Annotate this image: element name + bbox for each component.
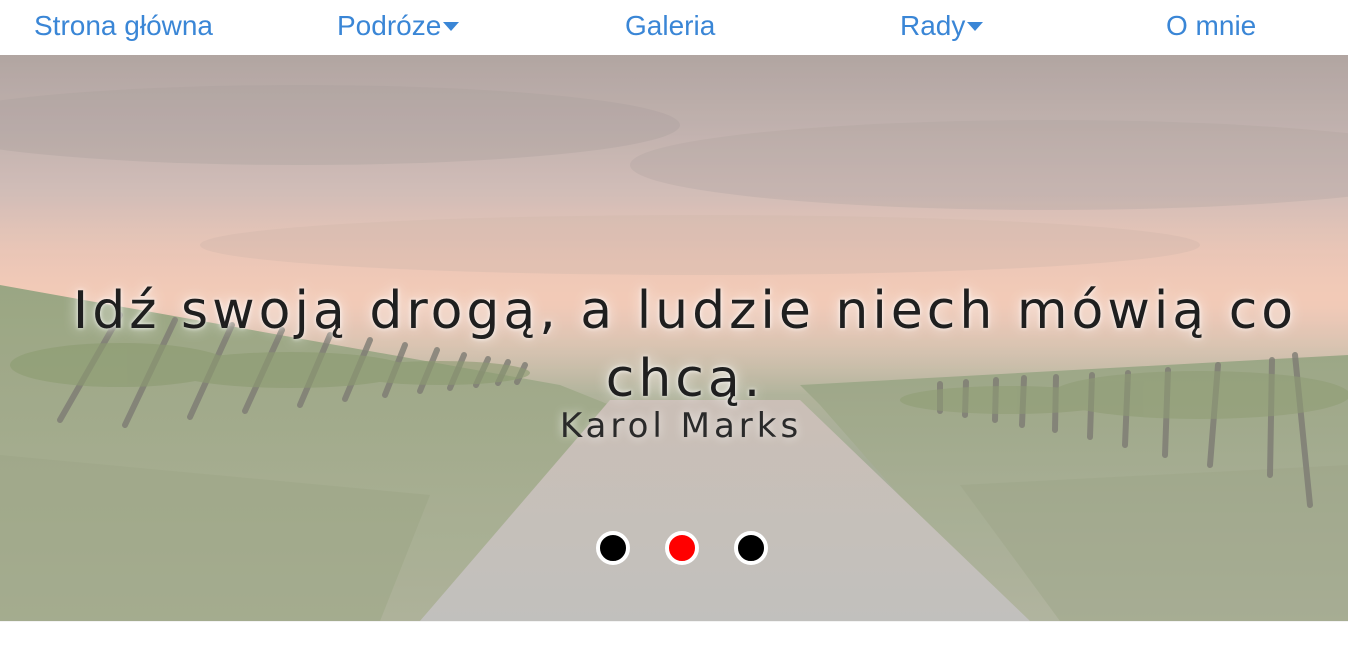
nav-link-galeria[interactable]: Galeria bbox=[625, 8, 715, 44]
nav-link-label: O mnie bbox=[1166, 10, 1257, 41]
nav-link-rady[interactable]: Rady bbox=[900, 8, 984, 44]
page-content-area bbox=[0, 621, 1348, 646]
slide-indicator-3[interactable] bbox=[734, 531, 768, 565]
hero-slider: Idź swoją drogą, a ludzie niech mówią co… bbox=[0, 55, 1348, 621]
top-navigation: Strona główna Podróze Galeria Rady O mni… bbox=[0, 0, 1348, 55]
slide-indicator-1[interactable] bbox=[596, 531, 630, 565]
slide-indicator-2-active[interactable] bbox=[665, 531, 699, 565]
caret-down-icon bbox=[443, 22, 460, 32]
nav-link-strona-glowna[interactable]: Strona główna bbox=[34, 8, 213, 44]
nav-link-label: Strona główna bbox=[34, 10, 214, 41]
nav-link-label: Rady bbox=[900, 10, 966, 41]
nav-link-o-mnie[interactable]: O mnie bbox=[1166, 8, 1256, 44]
caret-down-icon bbox=[967, 22, 984, 32]
hero-quote-author: Karol Marks bbox=[559, 406, 803, 446]
hero-quote: Idź swoją drogą, a ludzie niech mówią co… bbox=[72, 281, 1298, 409]
nav-link-label: Galeria bbox=[625, 10, 716, 41]
nav-link-label: Podróze bbox=[337, 10, 442, 41]
nav-link-podroze[interactable]: Podróze bbox=[337, 8, 460, 44]
